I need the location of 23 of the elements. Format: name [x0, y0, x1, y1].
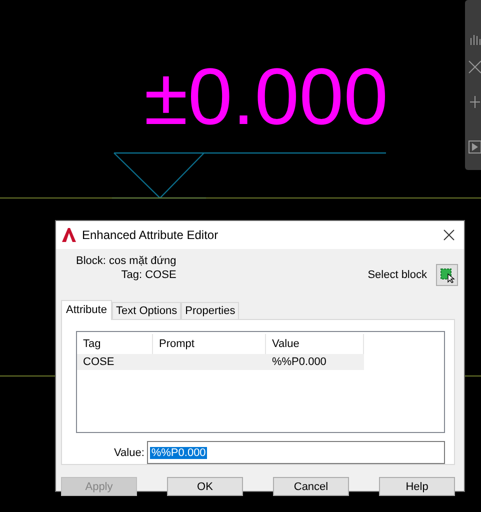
dialog-button[interactable]: OK: [167, 477, 243, 496]
tab[interactable]: Properties: [181, 302, 240, 320]
dialog-button[interactable]: Cancel: [273, 477, 349, 496]
window-title: Enhanced Attribute Editor: [82, 228, 220, 242]
select-block-label: Select block: [368, 269, 427, 281]
navigation-bar[interactable]: [465, 0, 481, 170]
app-logo-icon: [62, 228, 76, 242]
tab[interactable]: Text Options: [112, 302, 182, 320]
selected-text: %%P0.000: [150, 446, 207, 458]
table-cell-text: COSE: [82, 355, 116, 370]
value-field[interactable]: %%P0.000: [147, 441, 445, 464]
value-label: Value:: [114, 446, 144, 458]
play-icon[interactable]: [468, 140, 481, 154]
dialog-button[interactable]: Help: [379, 477, 455, 496]
close-button[interactable]: [442, 228, 456, 242]
select-block-button[interactable]: [436, 264, 458, 286]
tag-label: Tag: COSE: [121, 269, 176, 281]
attribute-list[interactable]: Tag Prompt Value COSE %%P0.000: [76, 331, 445, 433]
table-cell-text: %%P0.000: [271, 355, 328, 370]
elevation-text: ±0.000: [144, 52, 388, 142]
block-label: Block: cos mặt đứng: [76, 255, 176, 267]
tab[interactable]: Attribute: [61, 300, 112, 320]
list-row[interactable]: COSE %%P0.000: [77, 354, 364, 370]
